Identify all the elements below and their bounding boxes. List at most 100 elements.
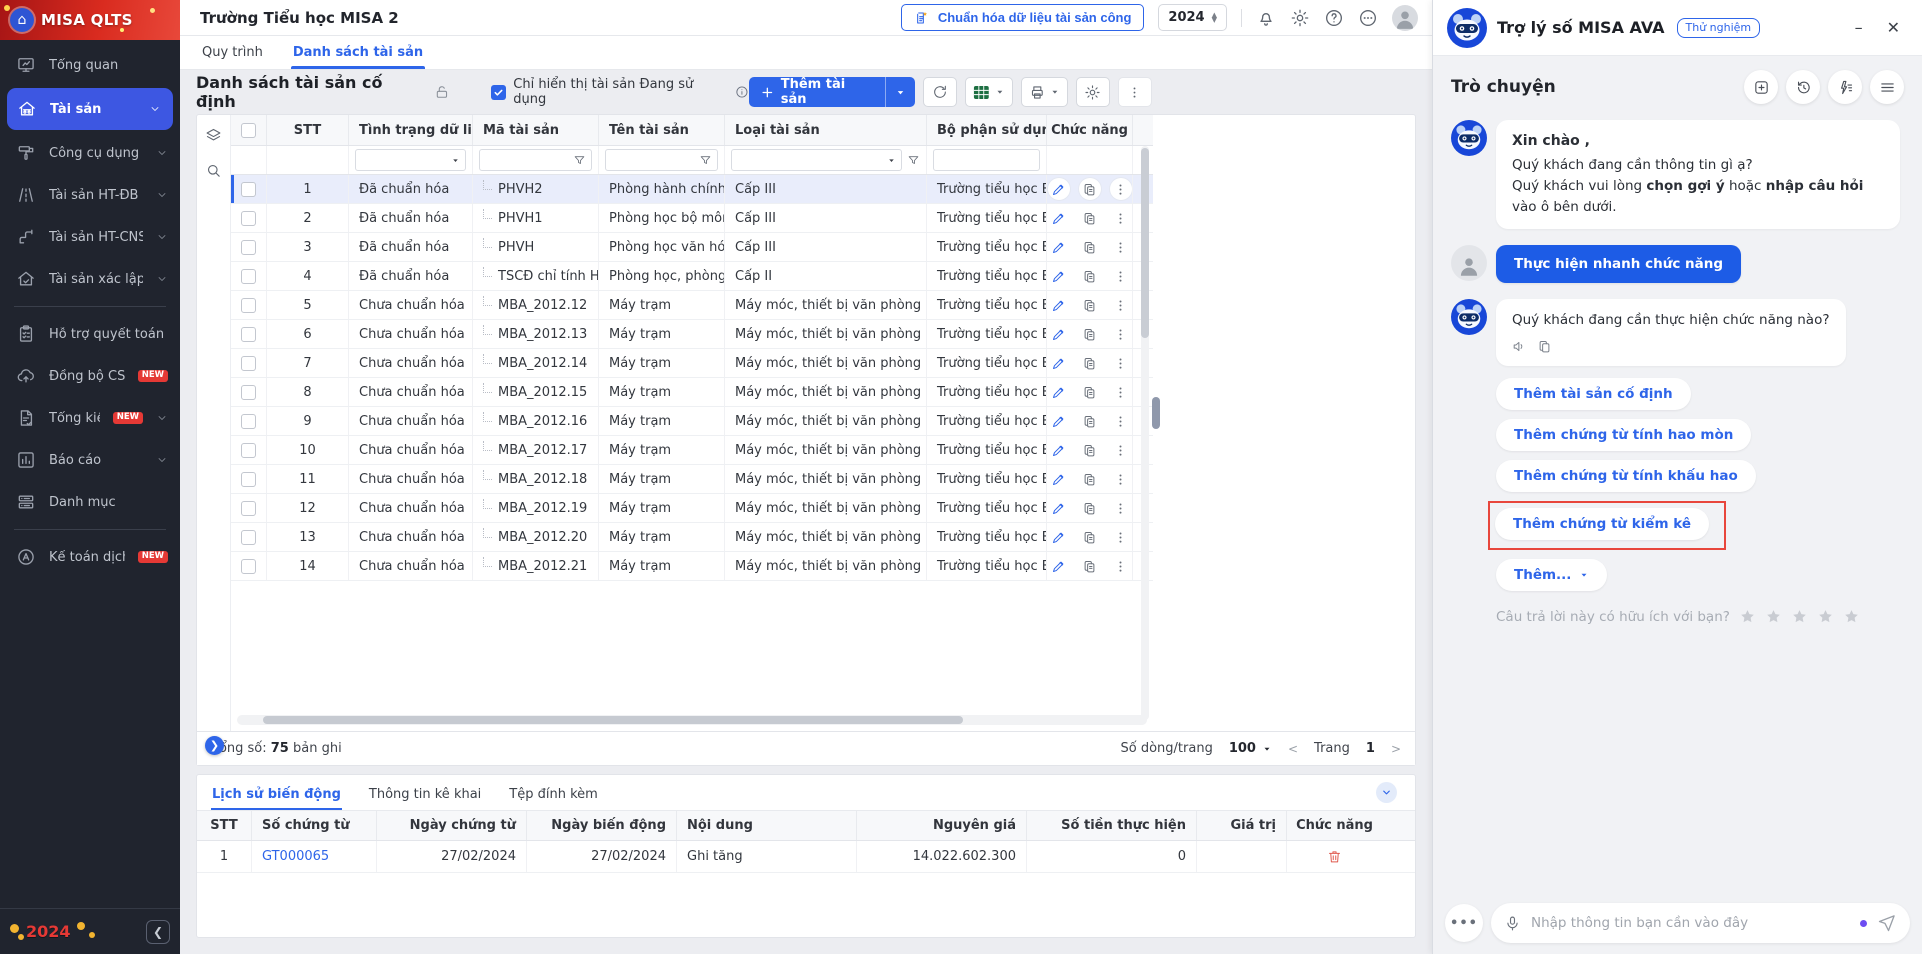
row-more-button[interactable] xyxy=(1110,207,1132,229)
edit-button[interactable] xyxy=(1048,468,1070,490)
row-checkbox[interactable] xyxy=(241,210,256,226)
star-icon[interactable] xyxy=(1765,608,1782,625)
table-row[interactable]: 7 Chưa chuẩn hóa MBA_2012.14 Máy trạm Má… xyxy=(231,349,1153,378)
duplicate-button[interactable] xyxy=(1079,439,1101,461)
help-icon[interactable] xyxy=(1324,8,1344,28)
table-row[interactable]: 5 Chưa chuẩn hóa MBA_2012.12 Máy trạm Má… xyxy=(231,291,1153,320)
sidebar-item-tong-quan[interactable]: Tổng quan xyxy=(0,44,180,86)
table-settings-button[interactable] xyxy=(1075,77,1110,107)
code-filter[interactable] xyxy=(473,146,599,174)
table-row[interactable]: 12 Chưa chuẩn hóa MBA_2012.19 Máy trạm M… xyxy=(231,494,1153,523)
duplicate-button[interactable] xyxy=(1079,207,1101,229)
duplicate-button[interactable] xyxy=(1079,555,1101,577)
add-asset-dropdown[interactable] xyxy=(886,87,915,98)
copy-icon[interactable] xyxy=(1537,339,1552,354)
horizontal-scrollbar-thumb[interactable] xyxy=(263,716,963,724)
fiscal-year-select[interactable]: 2024 ▲ ▼ xyxy=(1158,4,1227,31)
sidebar-item-tai-san-xac-lap[interactable]: Tài sản xác lập xyxy=(0,258,180,300)
chip-them-chung-tu-tinh-khau-hao[interactable]: Thêm chứng từ tính khấu hao xyxy=(1496,460,1756,493)
column-header-dept[interactable]: Bộ phận sử dụng xyxy=(927,115,1047,145)
row-more-button[interactable] xyxy=(1110,236,1132,258)
edit-button[interactable] xyxy=(1048,555,1070,577)
row-more-button[interactable] xyxy=(1110,497,1132,519)
row-checkbox[interactable] xyxy=(241,181,256,197)
tab-danh-sach-tai-san[interactable]: Danh sách tài sản xyxy=(290,37,426,69)
column-header-type[interactable]: Loại tài sản xyxy=(725,115,927,145)
column-header-status[interactable]: Tình trạng dữ liệu xyxy=(349,115,473,145)
row-checkbox[interactable] xyxy=(241,297,256,313)
new-chat-button[interactable] xyxy=(1744,70,1778,104)
duplicate-button[interactable] xyxy=(1078,178,1101,200)
vertical-scrollbar[interactable] xyxy=(1141,146,1149,720)
duplicate-button[interactable] xyxy=(1079,323,1101,345)
delete-trash-icon[interactable] xyxy=(1327,849,1342,864)
next-page-button[interactable]: > xyxy=(1391,742,1401,756)
document-link[interactable]: GT000065 xyxy=(262,849,329,864)
row-more-button[interactable] xyxy=(1110,555,1132,577)
sidebar-item-tai-san-ht-cns[interactable]: Tài sản HT-CNS xyxy=(0,216,180,258)
tab-lich-su-bien-dong[interactable]: Lịch sử biến động xyxy=(211,778,342,810)
export-excel-button[interactable] xyxy=(965,77,1013,107)
sidebar-item-tai-san[interactable]: Tài sản xyxy=(7,88,173,130)
table-row[interactable]: 10 Chưa chuẩn hóa MBA_2012.17 Máy trạm M… xyxy=(231,436,1153,465)
duplicate-button[interactable] xyxy=(1079,294,1101,316)
row-more-button[interactable] xyxy=(1110,294,1132,316)
add-asset-button[interactable]: Thêm tài sản xyxy=(749,77,916,107)
edit-button[interactable] xyxy=(1048,265,1070,287)
unlock-icon[interactable] xyxy=(434,84,450,100)
normalize-data-button[interactable]: Chuẩn hóa dữ liệu tài sản công xyxy=(900,4,1145,31)
chat-message-input[interactable] xyxy=(1531,915,1850,931)
row-checkbox[interactable] xyxy=(241,326,256,342)
name-filter[interactable] xyxy=(599,146,725,174)
table-row[interactable]: 13 Chưa chuẩn hóa MBA_2012.20 Máy trạm M… xyxy=(231,523,1153,552)
tab-quy-trinh[interactable]: Quy trình xyxy=(200,37,265,69)
row-checkbox[interactable] xyxy=(241,442,256,458)
layers-icon[interactable] xyxy=(205,127,222,144)
edit-button[interactable] xyxy=(1048,439,1070,461)
row-checkbox[interactable] xyxy=(241,529,256,545)
edit-button[interactable] xyxy=(1048,207,1070,229)
more-options-icon[interactable] xyxy=(1358,8,1378,28)
refresh-button[interactable] xyxy=(923,77,958,107)
edit-button[interactable] xyxy=(1048,236,1070,258)
type-filter[interactable] xyxy=(725,146,927,174)
rows-per-page-select[interactable]: 100 xyxy=(1229,741,1272,756)
chat-history-button[interactable] xyxy=(1786,70,1820,104)
table-row[interactable]: 6 Chưa chuẩn hóa MBA_2012.13 Máy trạm Má… xyxy=(231,320,1153,349)
quick-actions-button[interactable] xyxy=(1828,70,1862,104)
sidebar-collapse-button[interactable]: ❮ xyxy=(146,919,170,944)
chat-panel-resize-handle[interactable] xyxy=(1152,397,1160,429)
duplicate-button[interactable] xyxy=(1079,468,1101,490)
horizontal-scrollbar[interactable] xyxy=(237,715,1147,725)
table-row[interactable]: 4 Đã chuẩn hóa TSCĐ chỉ tính HM_ nhi... … xyxy=(231,262,1153,291)
row-more-button[interactable] xyxy=(1110,265,1132,287)
table-row[interactable]: 3 Đã chuẩn hóa PHVH Phòng học văn hóa Cấ… xyxy=(231,233,1153,262)
row-checkbox[interactable] xyxy=(241,413,256,429)
sidebar-item-cong-cu-dung-cu[interactable]: Công cụ dụng cụ xyxy=(0,132,180,174)
minimize-button[interactable]: – xyxy=(1855,19,1863,36)
detail-collapse-button[interactable] xyxy=(1376,782,1397,803)
expand-panel-button[interactable]: ❯ xyxy=(205,736,224,755)
sidebar-item-tong-kiem-ke[interactable]: Tổng kiểm kê NEW xyxy=(0,397,180,439)
row-more-button[interactable] xyxy=(1110,526,1132,548)
edit-button[interactable] xyxy=(1047,178,1070,200)
row-checkbox[interactable] xyxy=(241,384,256,400)
speaker-icon[interactable] xyxy=(1512,339,1527,354)
edit-button[interactable] xyxy=(1048,323,1070,345)
info-icon[interactable] xyxy=(735,85,749,99)
settings-gear-icon[interactable] xyxy=(1290,8,1310,28)
sidebar-item-danh-muc[interactable]: Danh mục xyxy=(0,481,180,523)
chip-them-more[interactable]: Thêm... xyxy=(1496,559,1608,592)
duplicate-button[interactable] xyxy=(1079,381,1101,403)
sidebar-item-ho-tro-quyet-toan[interactable]: Hỗ trợ quyết toán xyxy=(0,313,180,355)
table-row[interactable]: 2 Đã chuẩn hóa PHVH1 Phòng học bộ môn Cấ… xyxy=(231,204,1153,233)
column-header-name[interactable]: Tên tài sản xyxy=(599,115,725,145)
duplicate-button[interactable] xyxy=(1079,265,1101,287)
print-button[interactable] xyxy=(1020,77,1068,107)
input-more-button[interactable]: ••• xyxy=(1445,904,1483,942)
more-actions-button[interactable] xyxy=(1117,77,1152,107)
row-more-button[interactable] xyxy=(1110,439,1132,461)
user-avatar[interactable] xyxy=(1392,4,1418,31)
duplicate-button[interactable] xyxy=(1079,352,1101,374)
column-header-code[interactable]: Mã tài sản xyxy=(473,115,599,145)
